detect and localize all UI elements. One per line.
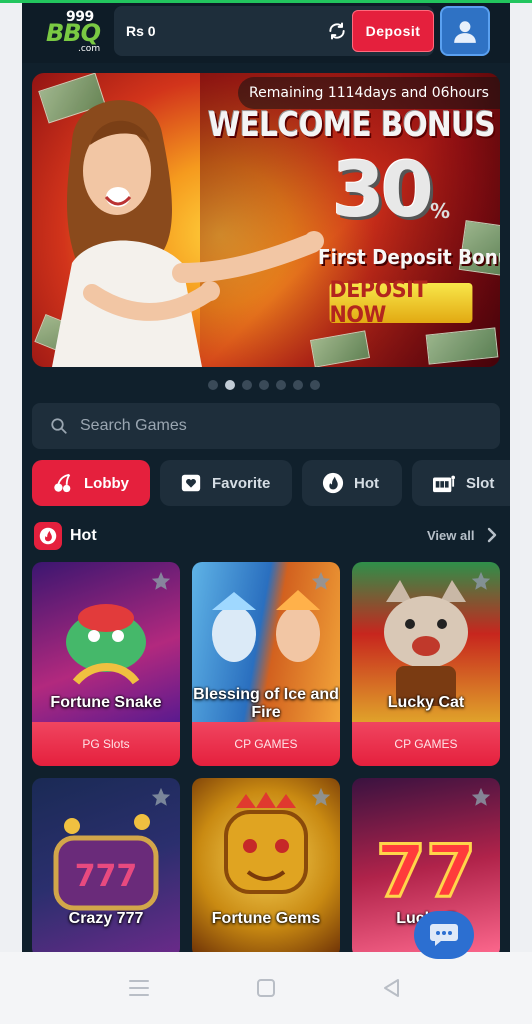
tab-lobby[interactable]: Lobby (32, 460, 150, 506)
heart-box-icon (181, 474, 201, 492)
star-icon[interactable] (150, 786, 172, 808)
game-provider: PG Slots (32, 722, 180, 766)
tab-label: Lobby (84, 474, 129, 492)
back-icon[interactable] (382, 978, 402, 998)
logo-text: BBQ (46, 19, 101, 47)
tab-label: Slot (466, 474, 495, 492)
game-provider: CP GAMES (192, 722, 340, 766)
header: 999 BBQ .com Rs 0 Deposit (22, 3, 510, 63)
carousel-dot-active[interactable] (225, 380, 235, 390)
svg-text:777: 777 (75, 859, 138, 894)
deposit-now-button[interactable]: DEPOSIT NOW (329, 278, 473, 328)
star-icon[interactable] (470, 786, 492, 808)
casino-app: 999 BBQ .com Rs 0 Deposit Remaining 1114… (22, 0, 510, 952)
game-card[interactable]: Lucky Cat CP GAMES (352, 562, 500, 766)
user-icon (454, 21, 476, 43)
banner-subtitle: First Deposit Bonus (318, 245, 500, 269)
hot-section-icon (34, 522, 62, 550)
deposit-button[interactable]: Deposit (352, 10, 434, 52)
logo-domain: .com (78, 44, 101, 54)
game-name: Lucky Cat (387, 694, 465, 711)
carousel-dots (208, 380, 320, 390)
top-accent-line (0, 0, 532, 3)
game-name: Crazy 777 (68, 910, 144, 927)
profile-button[interactable] (440, 6, 490, 56)
system-nav-bar (0, 952, 532, 1024)
game-provider: CP GAMES (352, 722, 500, 766)
balance-amount: Rs 0 (126, 23, 156, 39)
star-icon[interactable] (310, 786, 332, 808)
game-card[interactable]: Fortune Snake PG Slots (32, 562, 180, 766)
tab-hot[interactable]: Hot (302, 460, 402, 506)
section-title: Hot (70, 527, 97, 544)
carousel-dot[interactable] (208, 380, 218, 390)
chat-button[interactable] (414, 911, 474, 959)
game-card[interactable]: Blessing of Ice and Fire CP GAMES (192, 562, 340, 766)
carousel-dot[interactable] (310, 380, 320, 390)
view-all-link[interactable]: View all (427, 528, 474, 543)
percent-sign: % (430, 199, 451, 223)
star-icon[interactable] (150, 570, 172, 592)
search-input[interactable]: Search Games (32, 403, 500, 449)
flame-icon (322, 472, 344, 494)
game-name: Fortune Gems (211, 910, 321, 927)
slot-machine-icon (433, 475, 455, 493)
star-icon[interactable] (470, 570, 492, 592)
svg-text:77: 77 (376, 829, 476, 913)
home-icon[interactable] (256, 978, 276, 998)
tab-favorite[interactable]: Favorite (160, 460, 292, 506)
search-placeholder: Search Games (80, 417, 187, 434)
game-card[interactable]: Fortune Gems (192, 778, 340, 952)
flame-icon (39, 527, 57, 545)
logo[interactable]: 999 BBQ .com (44, 9, 104, 57)
game-name: Fortune Snake (50, 694, 162, 711)
menu-icon[interactable] (128, 978, 150, 998)
carousel-dot[interactable] (259, 380, 269, 390)
carousel-dot[interactable] (242, 380, 252, 390)
banner-title: WELCOME BONUS (208, 105, 496, 145)
game-card[interactable]: 777 Crazy 777 (32, 778, 180, 952)
tab-label: Hot (354, 474, 379, 492)
bonus-percent: 30 (332, 145, 434, 234)
chat-bubble-icon (430, 924, 458, 946)
promo-banner[interactable]: Remaining 1114days and 06hours WELCOME B… (32, 73, 500, 367)
tab-slot[interactable]: Slot (412, 460, 510, 506)
refresh-icon[interactable] (327, 21, 347, 41)
star-icon[interactable] (310, 570, 332, 592)
tab-label: Favorite (212, 474, 271, 492)
balance-box: Rs 0 Deposit (114, 6, 434, 56)
game-name: Blessing of Ice and Fire (193, 686, 339, 721)
category-tabs: Lobby Favorite Hot Slot (32, 460, 510, 506)
carousel-dot[interactable] (276, 380, 286, 390)
search-icon (51, 418, 67, 434)
carousel-dot[interactable] (293, 380, 303, 390)
cherry-icon (54, 473, 71, 493)
chevron-right-icon[interactable] (485, 527, 499, 543)
